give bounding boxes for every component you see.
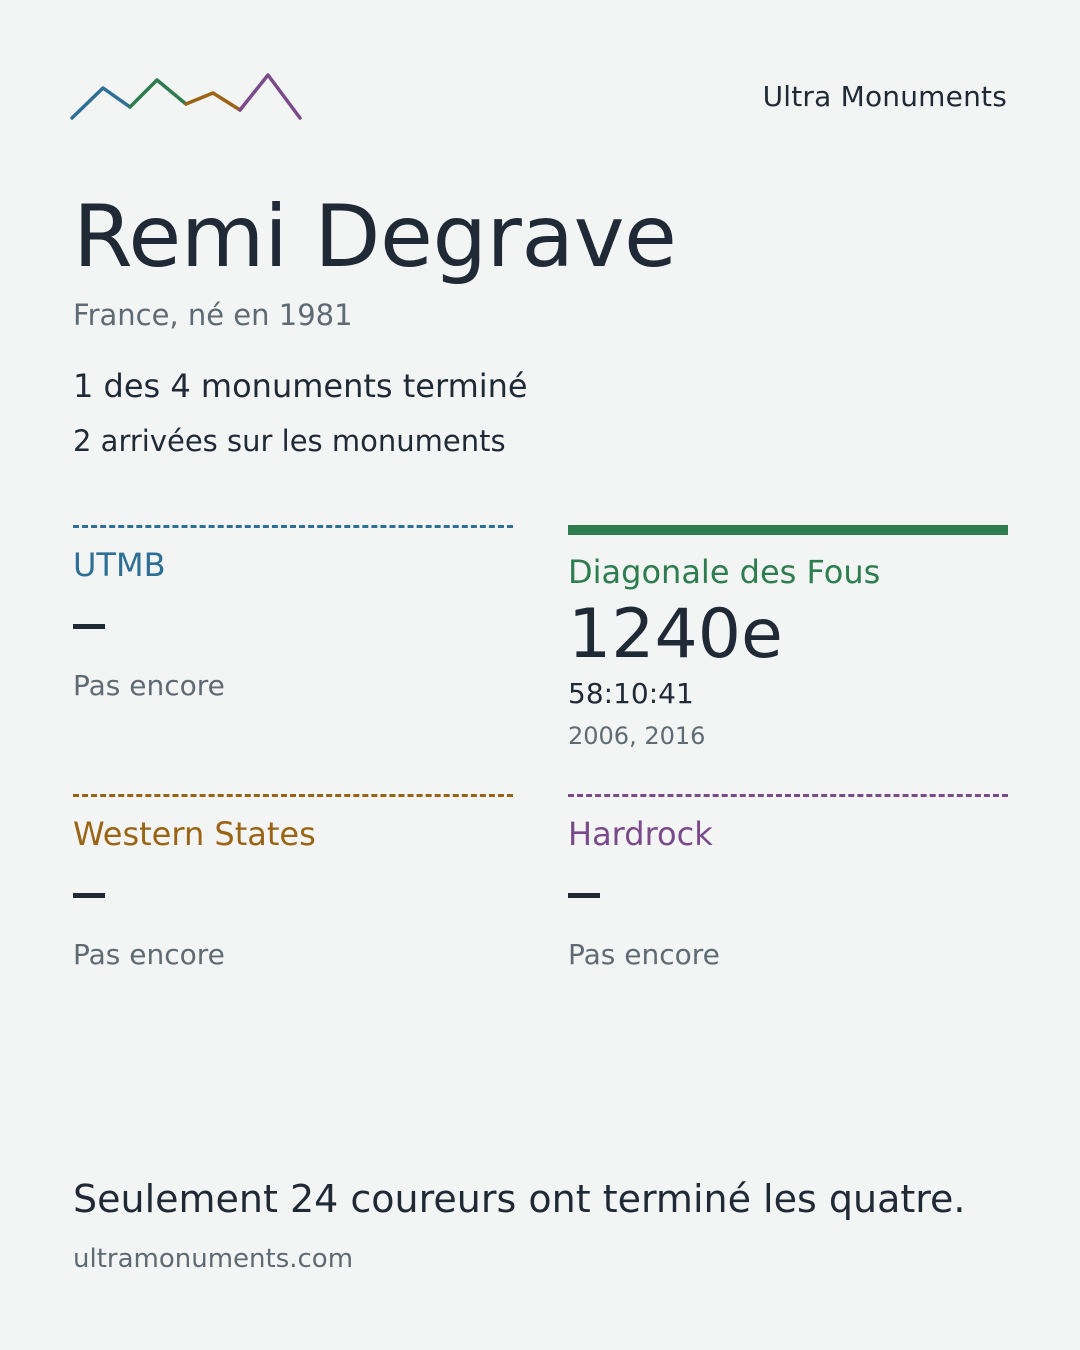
race-card-utmb: UTMB Pas encore: [73, 525, 513, 702]
race-card-divider: [73, 525, 513, 528]
race-card-western-states: Western States Pas encore: [73, 794, 513, 971]
footer-tagline: Seulement 24 coureurs ont terminé les qu…: [73, 1177, 966, 1221]
race-card-divider: [73, 794, 513, 797]
brand-name: Ultra Monuments: [762, 80, 1007, 113]
race-rank: 1240e: [568, 595, 783, 675]
race-status: Pas encore: [73, 669, 225, 703]
runner-country-birthyear: France, né en 1981: [73, 298, 353, 332]
race-card-divider: [568, 794, 1008, 797]
race-card-hardrock: Hardrock Pas encore: [568, 794, 1008, 971]
no-result-dash: [568, 893, 600, 899]
race-card-diagonale-des-fous: Diagonale des Fous 1240e 58:10:41 2006, …: [568, 525, 1008, 750]
finishes-summary: 2 arrivées sur les monuments: [73, 424, 506, 458]
mountain-ridge-logo-icon: [70, 73, 302, 120]
race-name: UTMB: [73, 546, 166, 584]
monuments-completed-summary: 1 des 4 monuments terminé: [73, 367, 528, 405]
no-result-dash: [73, 893, 105, 899]
race-finish-years: 2006, 2016: [568, 721, 706, 750]
race-name: Diagonale des Fous: [568, 553, 881, 591]
race-status: Pas encore: [73, 938, 225, 972]
race-finish-time: 58:10:41: [568, 676, 694, 710]
footer-website-link[interactable]: ultramonuments.com: [73, 1244, 353, 1274]
race-name: Hardrock: [568, 815, 713, 853]
runner-name: Remi Degrave: [73, 187, 677, 287]
race-status: Pas encore: [568, 938, 720, 972]
race-card-divider: [568, 525, 1008, 535]
no-result-dash: [73, 624, 105, 630]
race-name: Western States: [73, 815, 316, 853]
